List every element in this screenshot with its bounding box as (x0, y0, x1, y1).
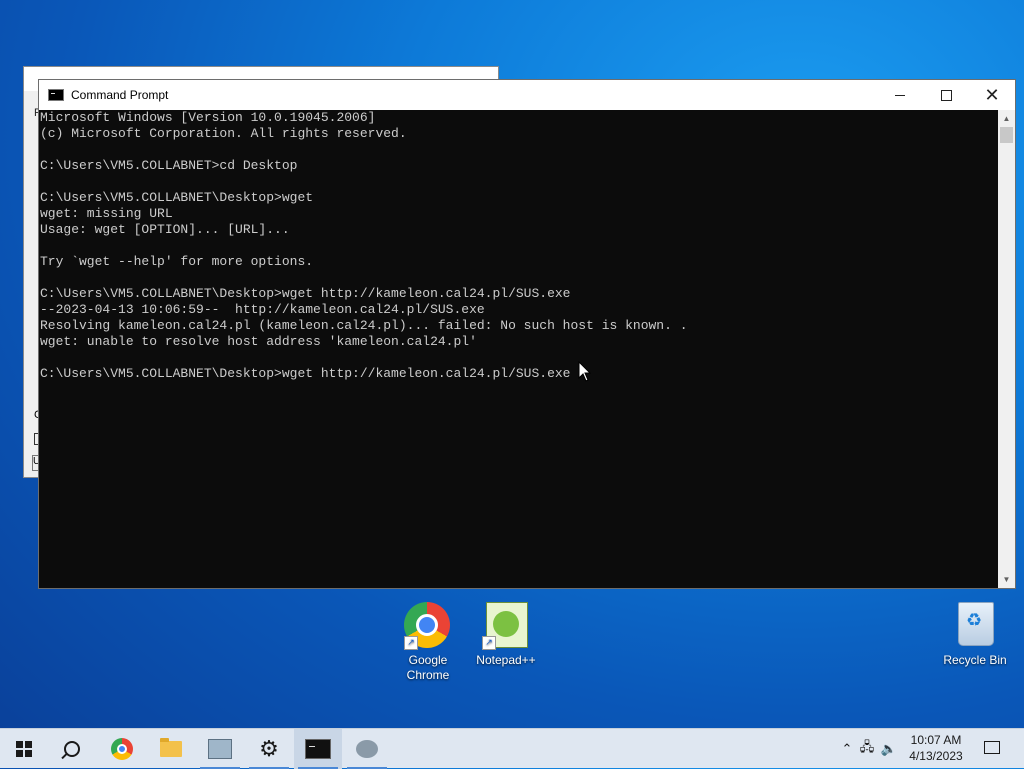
console-output[interactable]: Microsoft Windows [Version 10.0.19045.20… (39, 110, 1000, 588)
window-title: Command Prompt (71, 88, 169, 102)
scroll-down-icon[interactable]: ▼ (998, 571, 1015, 588)
shortcut-arrow-icon: ↗ (482, 636, 496, 650)
minimize-button[interactable] (877, 80, 923, 110)
console-line: Try `wget --help' for more options. (40, 254, 314, 269)
clock[interactable]: 10:07 AM 4/13/2023 (906, 732, 966, 764)
taskbar-task-manager[interactable] (196, 729, 244, 769)
console-line: Microsoft Windows [Version 10.0.19045.20… (40, 110, 376, 125)
console-line: C:\Users\VM5.COLLABNET\Desktop>wget (40, 190, 314, 205)
taskbar: ⚙ ⌃ 🖧 🔈 10:07 AM 4/13/2023 (0, 728, 1024, 769)
console-line: Resolving kameleon.cal24.pl (kameleon.ca… (40, 318, 688, 333)
show-hidden-icons-icon[interactable]: ⌃ (838, 741, 856, 757)
chrome-icon (111, 738, 133, 760)
console-icon (305, 739, 331, 759)
desktop-icon-label: Google Chrome (406, 653, 450, 682)
system-tray: ⌃ 🖧 🔈 (838, 729, 900, 769)
mouse-pointer-icon (578, 361, 592, 382)
console-icon (48, 89, 64, 101)
taskbar-file-explorer[interactable] (147, 729, 195, 769)
taskbar-chrome[interactable] (98, 729, 146, 769)
close-icon: ✕ (984, 84, 1000, 105)
command-prompt-titlebar[interactable]: Command Prompt ✕ (39, 80, 1015, 110)
console-line: wget: missing URL (40, 206, 173, 221)
console-line: C:\Users\VM5.COLLABNET\Desktop>wget http… (40, 366, 571, 381)
gear-icon: ⚙ (259, 736, 279, 761)
scroll-up-icon[interactable]: ▲ (998, 110, 1015, 127)
network-icon[interactable]: 🖧 (856, 738, 878, 760)
vertical-scrollbar[interactable]: ▲ ▼ (998, 110, 1015, 588)
task-manager-icon (208, 739, 232, 759)
recycle-bin-icon (958, 602, 994, 646)
maximize-icon (940, 89, 952, 101)
volume-icon[interactable]: 🔈 (878, 741, 900, 757)
xming-icon (356, 740, 378, 758)
close-button[interactable]: ✕ (969, 80, 1015, 110)
notification-icon[interactable] (984, 741, 1000, 754)
taskbar-settings[interactable]: ⚙ (245, 729, 293, 769)
desktop-icon-label: Recycle Bin (943, 653, 1007, 667)
desktop-icon-google-chrome[interactable]: ↗ Google Chrome (390, 602, 466, 683)
shortcut-arrow-icon: ↗ (404, 636, 418, 650)
clock-date: 4/13/2023 (909, 749, 963, 763)
maximize-button[interactable] (923, 80, 969, 110)
folder-icon (160, 738, 182, 757)
console-line: C:\Users\VM5.COLLABNET\Desktop>wget http… (40, 286, 571, 301)
clock-time: 10:07 AM (910, 733, 962, 747)
start-button[interactable] (0, 729, 48, 769)
console-line: (c) Microsoft Corporation. All rights re… (40, 126, 407, 141)
console-line: --2023-04-13 10:06:59-- http://kameleon.… (40, 302, 485, 317)
desktop-icon-notepadpp[interactable]: ↗ Notepad++ (468, 602, 544, 668)
search-button[interactable] (48, 729, 96, 769)
console-line: wget: unable to resolve host address 'ka… (40, 334, 477, 349)
taskbar-xming[interactable] (343, 729, 391, 769)
scrollbar-thumb[interactable] (1000, 127, 1013, 143)
taskbar-command-prompt[interactable] (294, 729, 342, 769)
minimize-icon (895, 94, 905, 96)
windows-logo-icon (16, 741, 32, 757)
desktop-icon-label: Notepad++ (476, 653, 536, 667)
search-icon (64, 741, 80, 757)
command-prompt-window[interactable]: Command Prompt ✕ Microsoft Windows [Vers… (38, 79, 1016, 589)
console-line: Usage: wget [OPTION]... [URL]... (40, 222, 290, 237)
desktop-icon-recycle-bin[interactable]: Recycle Bin (937, 602, 1013, 668)
console-line: C:\Users\VM5.COLLABNET>cd Desktop (40, 158, 298, 173)
